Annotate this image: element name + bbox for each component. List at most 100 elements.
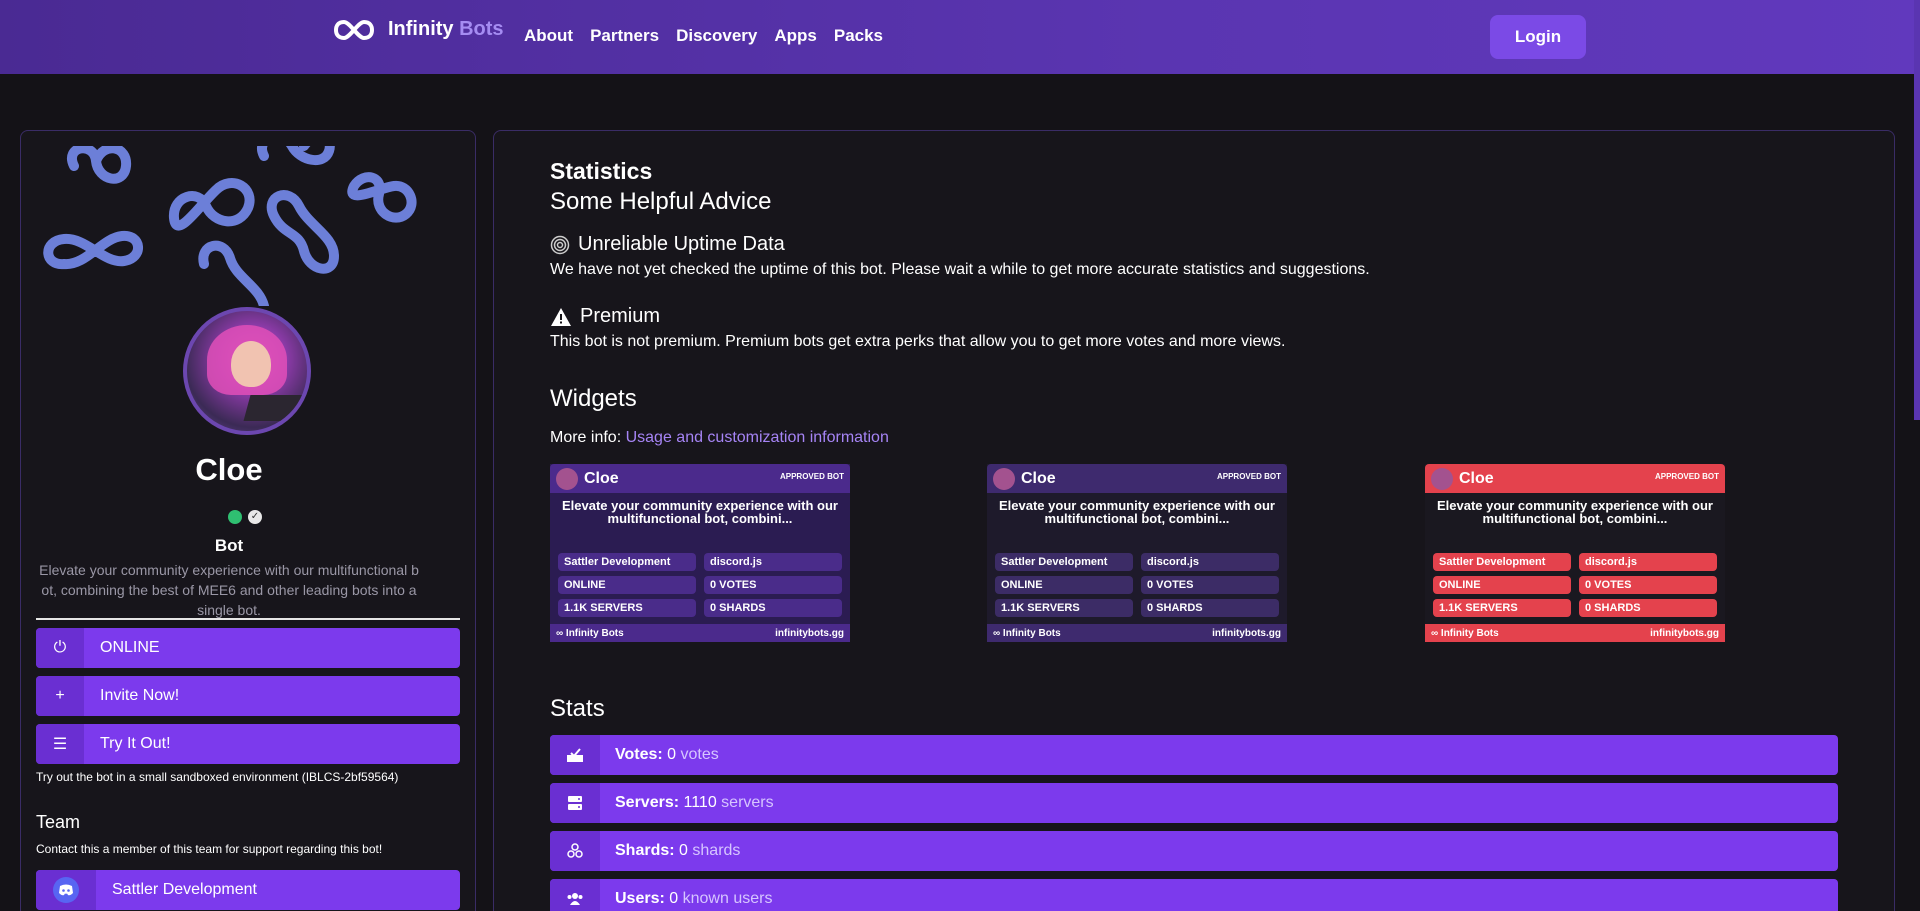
online-status-icon [228, 510, 242, 524]
widget-bot-name: Cloe [584, 469, 619, 487]
advice-premium-text: This bot is not premium. Premium bots ge… [550, 333, 1286, 350]
widget-footer: ∞ Infinity Bots infinitybots.gg [987, 624, 1287, 642]
widget-pill: discord.js [1141, 553, 1279, 571]
bot-banner [43, 146, 417, 306]
widget-pill: Sattler Development [558, 553, 696, 571]
nav-link-discovery[interactable]: Discovery [676, 26, 757, 46]
nav-link-packs[interactable]: Packs [834, 26, 883, 46]
widget-footer: ∞ Infinity Bots infinitybots.gg [550, 624, 850, 642]
widget-header: Cloe APPROVED BOT [987, 464, 1287, 493]
widget-pill: 0 SHARDS [704, 599, 842, 617]
status-online-button[interactable]: ⏻ ONLINE [36, 628, 460, 668]
widget-pill: Sattler Development [995, 553, 1133, 571]
power-icon: ⏻ [36, 628, 84, 668]
widget-footer-brand: ∞ Infinity Bots [1431, 627, 1499, 639]
nav-link-about[interactable]: About [524, 26, 573, 46]
stat-users: Users: 0 known users [550, 879, 1838, 911]
top-navbar: Infinity Bots About Partners Discovery A… [0, 0, 1920, 74]
widget-badge: APPROVED BOT [1216, 472, 1281, 481]
widget-pill: 1.1K SERVERS [1433, 599, 1571, 617]
brand-logo[interactable]: Infinity Bots [334, 18, 504, 41]
team-title: Team [36, 812, 81, 832]
users-icon [550, 879, 600, 911]
target-icon [550, 235, 570, 254]
team-member-name: Sattler Development [112, 881, 257, 898]
server-icon [550, 783, 600, 823]
divider [36, 618, 460, 620]
widget-pill-grid: Sattler Development discord.js ONLINE 0 VOT… [550, 553, 850, 617]
widget-pill-grid: Sattler Development discord.js ONLINE 0 VOT… [1425, 553, 1725, 617]
widget-pill: 0 VOTES [1141, 576, 1279, 594]
advice-uptime-heading: Unreliable Uptime Data [550, 233, 785, 256]
advice-uptime-text: We have not yet checked the uptime of th… [550, 261, 1370, 278]
widget-footer-url: infinitybots.gg [1212, 627, 1281, 639]
bot-avatar [183, 307, 311, 435]
widget-pill: Sattler Development [1433, 553, 1571, 571]
widget-description: Elevate your community experience with o… [999, 498, 1275, 526]
try-it-out-label: Try It Out! [100, 735, 171, 752]
status-online-label: ONLINE [100, 639, 160, 656]
widget-pill: ONLINE [1433, 576, 1571, 594]
widget-footer-url: infinitybots.gg [775, 627, 844, 639]
stat-votes: Votes: 0 votes [550, 735, 1838, 775]
bot-name: Cloe [195, 452, 263, 487]
warning-icon [551, 307, 571, 326]
advice-premium-heading: Premium [550, 305, 660, 328]
widget-avatar [993, 467, 1015, 490]
stat-shards: Shards: 0 shards [550, 831, 1838, 871]
team-note: Contact this a member of this team for s… [36, 842, 383, 856]
widget-footer-brand: ∞ Infinity Bots [993, 627, 1061, 639]
nav-link-partners[interactable]: Partners [590, 26, 659, 46]
widget-preview-dark[interactable]: Cloe APPROVED BOT Elevate your community e… [987, 464, 1287, 642]
discord-icon [53, 877, 79, 903]
invite-label: Invite Now! [100, 687, 180, 704]
plus-icon: + [36, 676, 84, 716]
invite-button[interactable]: + Invite Now! [36, 676, 460, 716]
widgets-title: Widgets [550, 385, 637, 412]
widget-pill: 0 SHARDS [1141, 599, 1279, 617]
widget-badge: APPROVED BOT [1654, 472, 1719, 481]
team-member-sattler[interactable]: Sattler Development [36, 870, 460, 910]
scrollbar-thumb[interactable] [1914, 0, 1920, 420]
advice-subtitle: Some Helpful Advice [550, 188, 772, 215]
bot-type-label: Bot [214, 536, 244, 555]
stats-title: Stats [550, 695, 605, 722]
nav-link-apps[interactable]: Apps [774, 26, 817, 46]
widget-pill: 0 VOTES [704, 576, 842, 594]
widget-preview-default[interactable]: Cloe APPROVED BOT Elevate your community e… [550, 464, 850, 642]
widget-pill: ONLINE [558, 576, 696, 594]
widget-header: Cloe APPROVED BOT [1425, 464, 1725, 493]
widget-pill-grid: Sattler Development discord.js ONLINE 0 VOT… [987, 553, 1287, 617]
login-button[interactable]: Login [1490, 15, 1586, 59]
widget-footer-brand: ∞ Infinity Bots [556, 627, 624, 639]
server-stack-icon: ☰ [36, 724, 84, 764]
widget-description: Elevate your community experience with o… [1437, 498, 1713, 526]
widget-pill: 1.1K SERVERS [558, 599, 696, 617]
widget-pill: discord.js [704, 553, 842, 571]
widget-avatar [1431, 467, 1453, 490]
try-it-out-button[interactable]: ☰ Try It Out! [36, 724, 460, 764]
verified-check-icon: ✓ [248, 510, 262, 524]
widget-pill: 0 SHARDS [1579, 599, 1717, 617]
statistics-title: Statistics [550, 158, 653, 184]
widget-footer: ∞ Infinity Bots infinitybots.gg [1425, 624, 1725, 642]
widget-description: Elevate your community experience with o… [562, 498, 838, 526]
widget-pill: 1.1K SERVERS [995, 599, 1133, 617]
widget-bot-name: Cloe [1021, 469, 1056, 487]
vote-box-icon [550, 735, 600, 775]
shards-icon [550, 831, 600, 871]
sandbox-note: Try out the bot in a small sandboxed env… [36, 770, 399, 784]
widget-pill: 0 VOTES [1579, 576, 1717, 594]
widget-header: Cloe APPROVED BOT [550, 464, 850, 493]
widgets-more-info: More info: Usage and customization infor… [550, 429, 889, 446]
stat-servers: Servers: 1110 servers [550, 783, 1838, 823]
status-indicators: ✓ [228, 510, 262, 524]
bot-description: Elevate your community experience with o… [39, 562, 419, 618]
widget-pill: discord.js [1579, 553, 1717, 571]
widget-preview-red[interactable]: Cloe APPROVED BOT Elevate your community e… [1425, 464, 1725, 642]
widget-avatar [556, 467, 578, 490]
widget-badge: APPROVED BOT [779, 472, 844, 481]
widget-footer-url: infinitybots.gg [1650, 627, 1719, 639]
usage-info-link[interactable]: Usage and customization information [626, 429, 889, 446]
nav-links: About Partners Discovery Apps Packs [524, 26, 883, 46]
